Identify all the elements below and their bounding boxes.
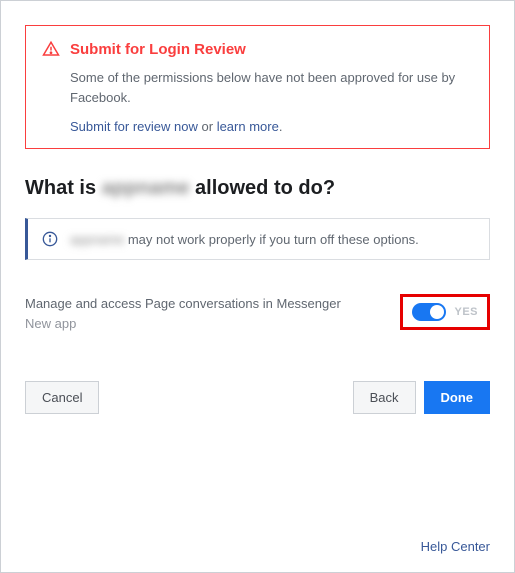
permissions-heading: What is appname allowed to do? — [25, 177, 490, 200]
toggle-knob — [430, 305, 444, 319]
buttons-row: Cancel Back Done — [25, 381, 490, 414]
submit-review-link[interactable]: Submit for review now — [70, 119, 198, 134]
alert-links: Submit for review now or learn more. — [42, 119, 473, 134]
or-text: or — [198, 119, 217, 134]
right-buttons: Back Done — [353, 381, 490, 414]
help-center-link[interactable]: Help Center — [421, 539, 490, 554]
alert-header: Submit for Login Review — [42, 40, 473, 58]
alert-body: Some of the permissions below have not b… — [42, 68, 473, 107]
toggle-state-label: YES — [454, 306, 478, 318]
toggle-highlight: YES — [400, 294, 490, 330]
app-name-blurred: appname — [102, 177, 190, 199]
info-app-name-blurred: appname — [70, 232, 124, 247]
permission-toggle[interactable] — [412, 303, 446, 321]
login-review-alert: Submit for Login Review Some of the perm… — [25, 25, 490, 149]
alert-title: Submit for Login Review — [70, 41, 246, 58]
period: . — [279, 119, 283, 134]
permission-row: Manage and access Page conversations in … — [25, 294, 490, 331]
learn-more-link[interactable]: learn more — [217, 119, 279, 134]
dialog-container: Submit for Login Review Some of the perm… — [0, 0, 515, 573]
permission-label: Manage and access Page conversations in … — [25, 294, 341, 314]
info-bar: appname may not work properly if you tur… — [25, 218, 490, 260]
heading-prefix: What is — [25, 177, 102, 199]
permission-sub: New app — [25, 316, 341, 331]
warning-icon — [42, 40, 60, 58]
done-button[interactable]: Done — [424, 381, 491, 414]
info-icon — [42, 231, 58, 247]
back-button[interactable]: Back — [353, 381, 416, 414]
info-text: may not work properly if you turn off th… — [124, 232, 419, 247]
info-text-wrap: appname may not work properly if you tur… — [70, 232, 419, 247]
cancel-button[interactable]: Cancel — [25, 381, 99, 414]
heading-suffix: allowed to do? — [189, 177, 335, 199]
permission-text-wrap: Manage and access Page conversations in … — [25, 294, 341, 331]
